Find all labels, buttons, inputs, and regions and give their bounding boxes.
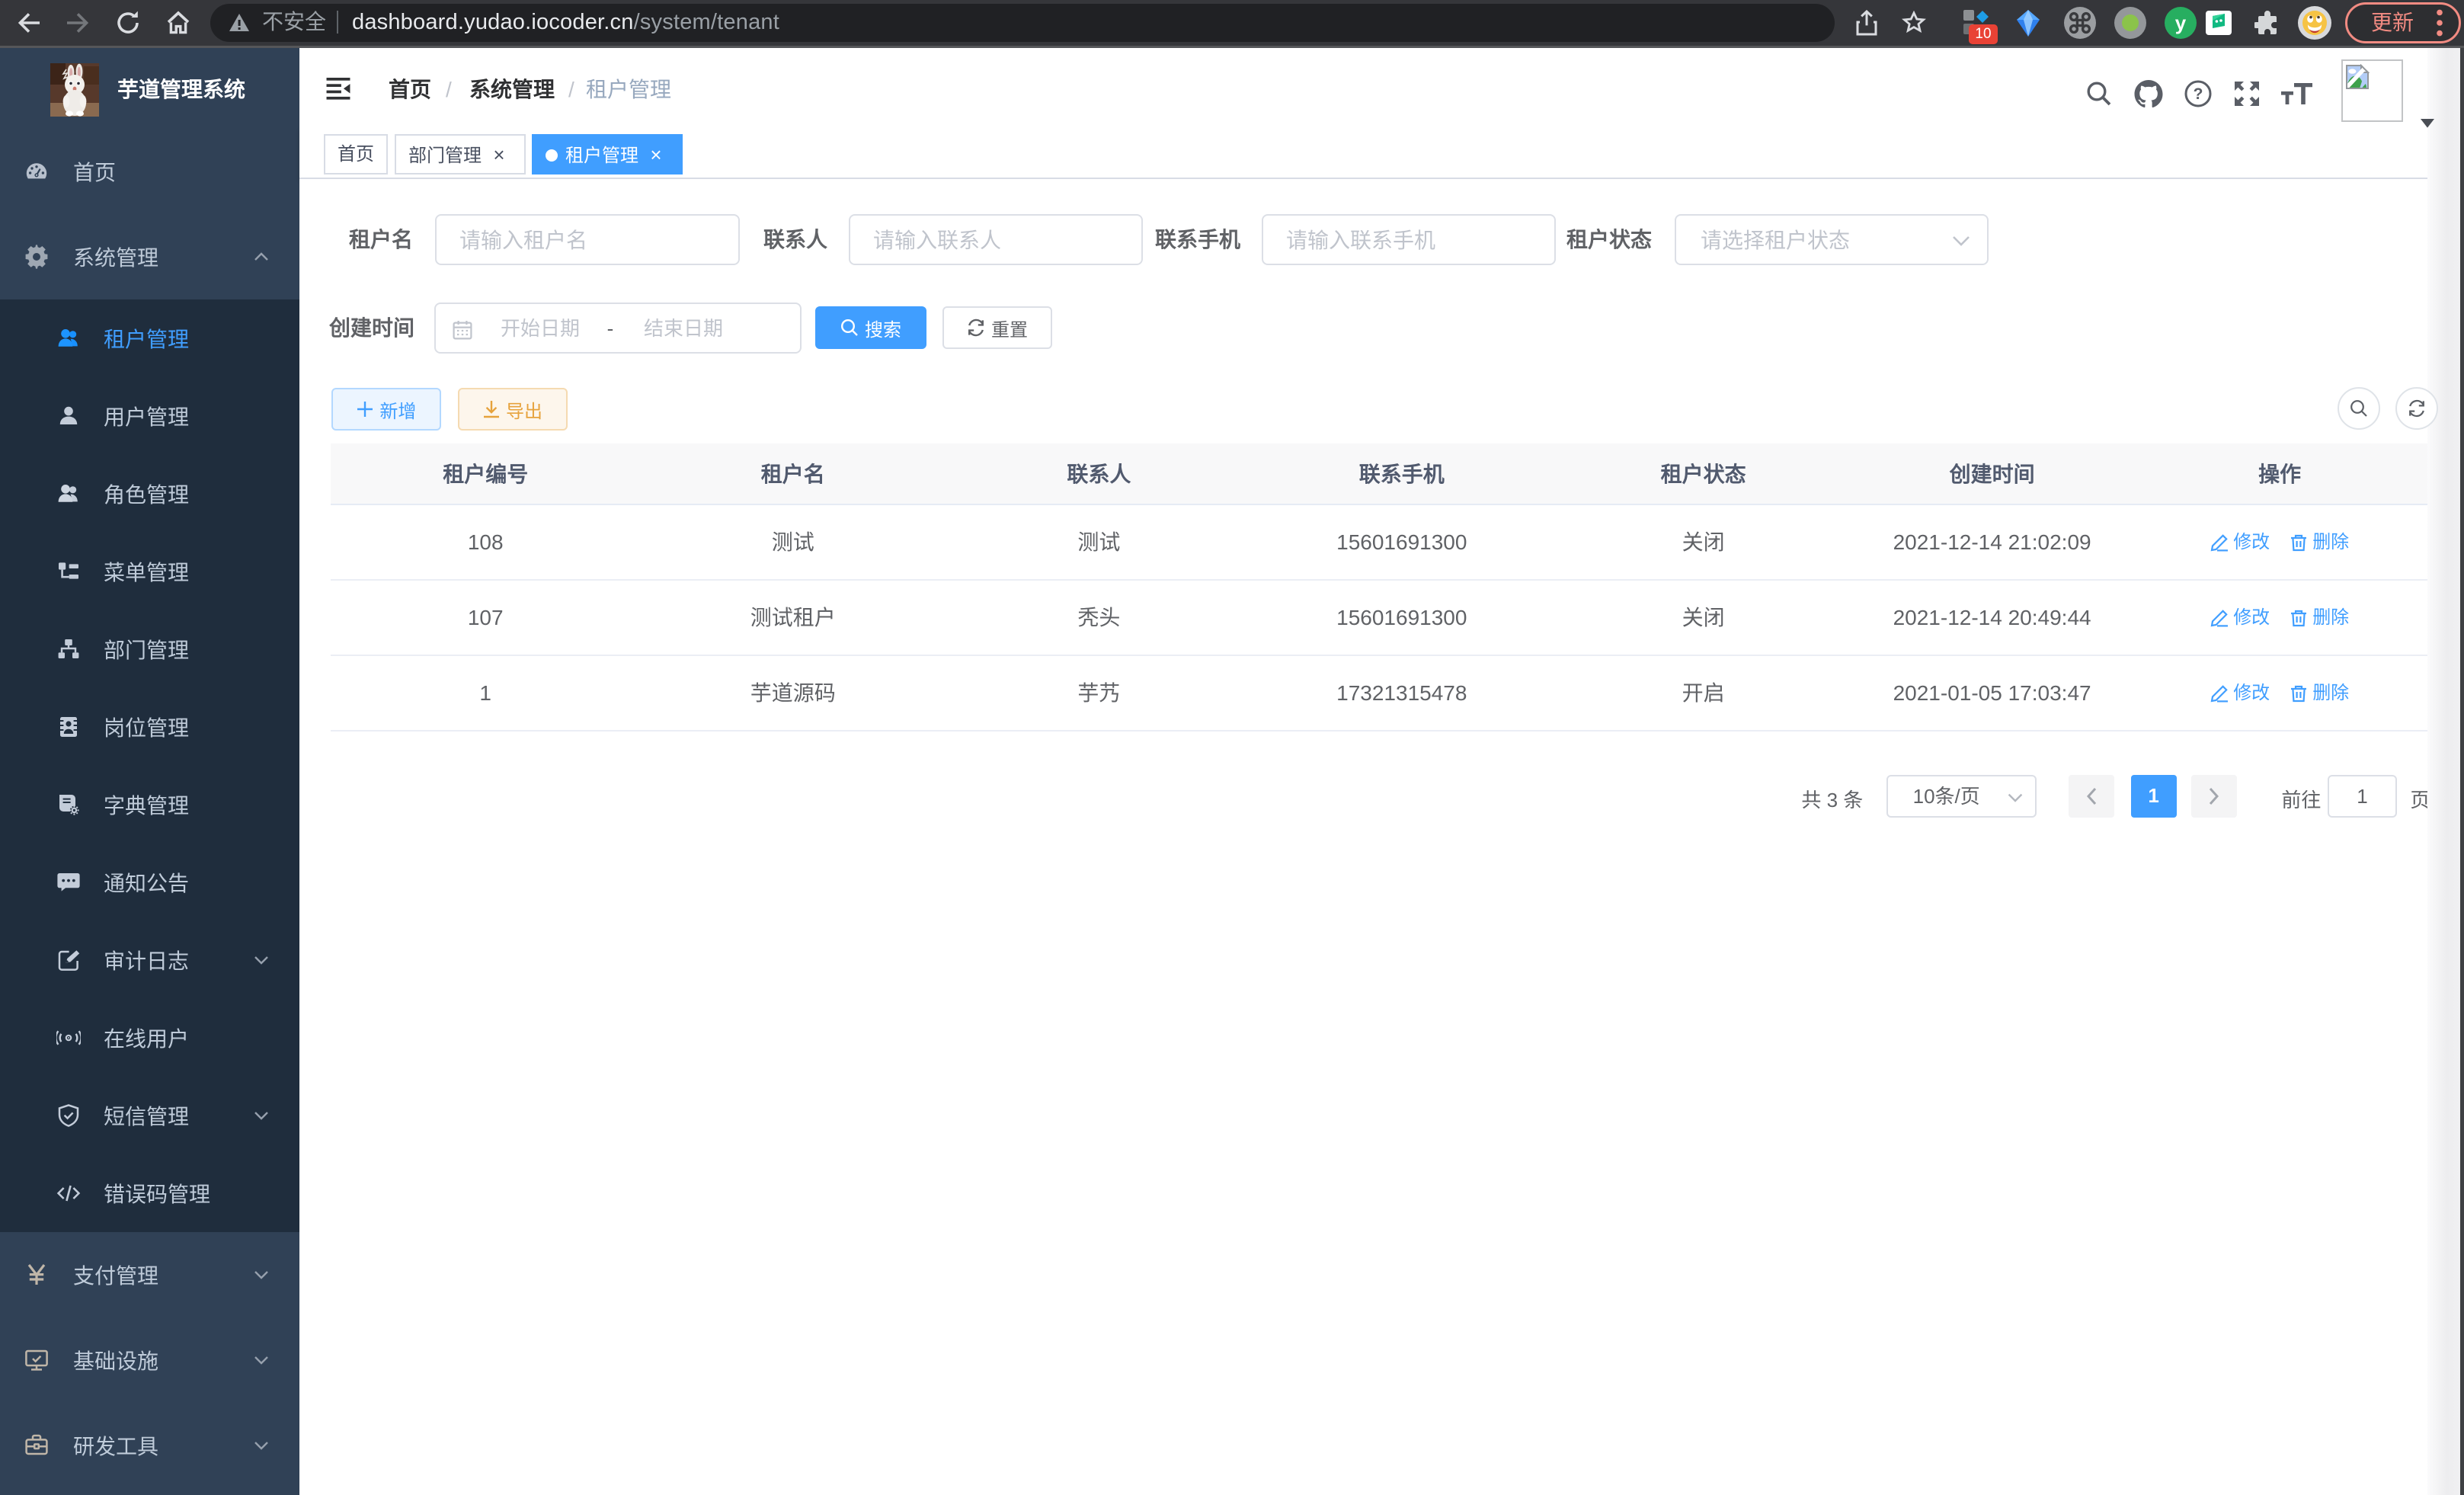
- svg-text:y: y: [2175, 11, 2187, 34]
- svg-text:?: ?: [2194, 85, 2203, 103]
